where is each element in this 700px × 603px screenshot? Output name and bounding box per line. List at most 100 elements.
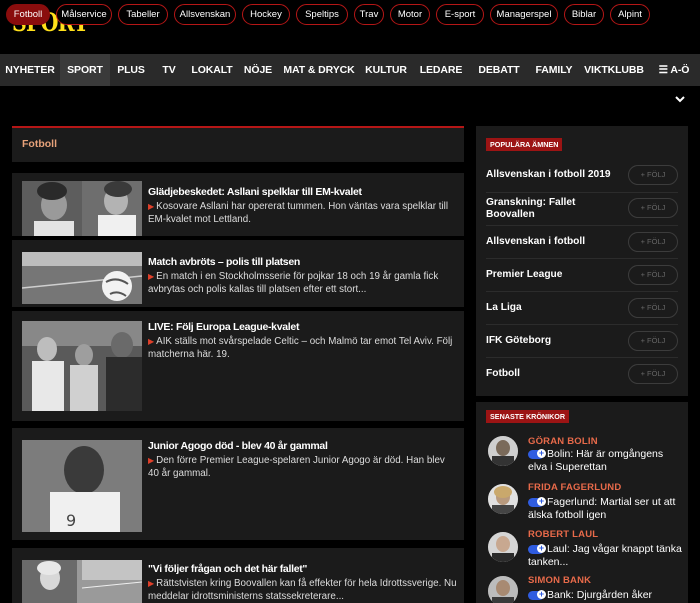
popular-topics-label: POPULÄRA ÄMNEN — [486, 138, 563, 151]
article-desc: ▶ En match i en Stockholmsserie för pojka… — [148, 270, 458, 296]
column-headline-text: Bank: Djurgården åker — [547, 589, 653, 601]
column-headline-text: Laul: Jag vågar knappt tänka tanken... — [528, 543, 682, 568]
article-card[interactable]: Glädjebeskedet: Asllani spelklar till EM… — [12, 173, 464, 236]
avatar[interactable] — [488, 576, 518, 603]
column-headline[interactable]: Bolin: Här är omgångens elva i Superetta… — [528, 448, 682, 474]
article-card[interactable]: LIVE: Följ Europa League-kvalet ▶ AIK stä… — [12, 311, 464, 421]
chip-malservice[interactable]: Målservice — [56, 4, 112, 25]
section-header: Fotboll — [12, 126, 464, 162]
article-card[interactable]: "Vi följer frågan och det här fallet" ▶ R… — [12, 548, 464, 603]
column-headline[interactable]: Fagerlund: Martial ser ut att älska fotb… — [528, 496, 682, 522]
avatar[interactable] — [488, 532, 518, 562]
columnist-name[interactable]: GÖRAN BOLIN — [528, 436, 598, 447]
topic-item[interactable]: Allsvenskan i fotboll — [486, 236, 616, 248]
chip-allsvenskan[interactable]: Allsvenskan — [174, 4, 236, 25]
nav-item-family[interactable]: FAMILY — [528, 54, 580, 86]
topic-item[interactable]: IFK Göteborg — [486, 335, 616, 347]
article-desc-text: Den förre Premier League-spelaren Junior… — [148, 455, 445, 479]
article-desc: ▶ AIK ställs mot svårspelade Celtic – och… — [148, 335, 458, 361]
latest-columns-box: SENASTE KRÖNIKOR GÖRAN BOLIN Bolin: Här … — [476, 402, 688, 603]
nav-item-mat-dryck[interactable]: MAT & DRYCK — [278, 54, 360, 86]
article-image: 9 — [22, 440, 142, 532]
article-desc-text: Rättstvisten kring Boovallen kan få effe… — [148, 578, 457, 602]
article-title[interactable]: Junior Agogo död - blev 40 år gammal — [148, 440, 328, 452]
nav-item-ledare[interactable]: LEDARE — [412, 54, 470, 86]
topic-item[interactable]: Allsvenskan i fotboll 2019 — [486, 169, 616, 181]
topic-item[interactable]: Fotboll — [486, 368, 616, 380]
columnist-name[interactable]: FRIDA FAGERLUND — [528, 482, 621, 493]
divider — [486, 324, 678, 325]
follow-button[interactable]: + FÖLJ — [628, 331, 678, 351]
follow-button[interactable]: + FÖLJ — [628, 265, 678, 285]
chip-motor[interactable]: Motor — [390, 4, 430, 25]
chip-speltips[interactable]: Speltips — [296, 4, 348, 25]
nav-item-nyheter[interactable]: NYHETER — [0, 54, 60, 86]
nav-item-lokalt[interactable]: LOKALT — [186, 54, 238, 86]
nav-item-noje[interactable]: NÖJE — [238, 54, 278, 86]
chip-biblar[interactable]: Biblar — [564, 4, 604, 25]
article-desc-text: AIK ställs mot svårspelade Celtic – och … — [148, 336, 453, 360]
plus-icon — [528, 496, 546, 507]
follow-button[interactable]: + FÖLJ — [628, 198, 678, 218]
columnist-name[interactable]: SIMON BANK — [528, 575, 591, 586]
nav-item-kultur[interactable]: KULTUR — [360, 54, 412, 86]
plus-icon — [528, 448, 546, 459]
nav-item-plus[interactable]: PLUS — [110, 54, 152, 86]
plus-icon — [528, 589, 546, 600]
topic-item[interactable]: Granskning: Fallet Boovallen — [486, 197, 616, 221]
follow-button[interactable]: + FÖLJ — [628, 298, 678, 318]
follow-button[interactable]: + FÖLJ — [628, 364, 678, 384]
article-title[interactable]: Glädjebeskedet: Asllani spelklar till EM… — [148, 186, 362, 198]
svg-text:9: 9 — [66, 511, 76, 530]
article-title[interactable]: LIVE: Följ Europa League-kvalet — [148, 321, 299, 333]
divider — [486, 192, 678, 193]
article-card[interactable]: 9 Junior Agogo död - blev 40 år gammal ▶… — [12, 428, 464, 540]
chip-tabeller[interactable]: Tabeller — [118, 4, 168, 25]
article-image — [22, 560, 142, 603]
triangle-icon: ▶ — [148, 456, 155, 465]
article-title[interactable]: "Vi följer frågan och det här fallet" — [148, 563, 307, 575]
nav-item-tv[interactable]: TV — [152, 54, 186, 86]
article-card[interactable]: Match avbröts – polis till platsen ▶ En m… — [12, 240, 464, 307]
article-desc: ▶ Den förre Premier League-spelaren Junio… — [148, 454, 458, 480]
divider — [486, 258, 678, 259]
chip-hockey[interactable]: Hockey — [242, 4, 290, 25]
chip-esport[interactable]: E-sport — [436, 4, 484, 25]
article-desc: ▶ Kosovare Asllani har opererat tummen. H… — [148, 200, 458, 226]
divider — [486, 291, 678, 292]
topic-item[interactable]: La Liga — [486, 302, 616, 314]
sub-nav — [0, 86, 700, 114]
plus-icon — [528, 543, 546, 554]
triangle-icon: ▶ — [148, 272, 155, 281]
article-desc-text: En match i en Stockholmsserie för pojkar… — [148, 271, 439, 295]
column-headline[interactable]: Bank: Djurgården åker — [528, 589, 682, 602]
nav-item-a-o-label: A-Ö — [670, 64, 690, 76]
avatar[interactable] — [488, 436, 518, 466]
nav-item-sport[interactable]: SPORT — [60, 54, 110, 86]
latest-columns-label: SENASTE KRÖNIKOR — [486, 410, 570, 423]
column-headline-text: Bolin: Här är omgångens elva i Superetta… — [528, 448, 664, 473]
section-title[interactable]: Fotboll — [22, 138, 57, 150]
chip-trav[interactable]: Trav — [354, 4, 384, 25]
main-nav: NYHETER SPORT PLUS TV LOKALT NÖJE MAT & … — [0, 54, 700, 86]
divider — [486, 225, 678, 226]
column-headline[interactable]: Laul: Jag vågar knappt tänka tanken... — [528, 543, 682, 569]
triangle-icon: ▶ — [148, 202, 155, 211]
follow-button[interactable]: + FÖLJ — [628, 165, 678, 185]
triangle-icon: ▶ — [148, 337, 155, 346]
follow-button[interactable]: + FÖLJ — [628, 232, 678, 252]
article-desc-text: Kosovare Asllani har opererat tummen. Ho… — [148, 201, 449, 225]
chip-alpint[interactable]: Alpint — [610, 4, 650, 25]
columnist-name[interactable]: ROBERT LAUL — [528, 529, 598, 540]
chip-fotboll[interactable]: Fotboll — [6, 4, 50, 25]
nav-item-debatt[interactable]: DEBATT — [470, 54, 528, 86]
chevron-down-icon[interactable] — [673, 92, 687, 106]
nav-item-viktklubb[interactable]: VIKTKLUBB — [580, 54, 648, 86]
topic-item[interactable]: Premier League — [486, 269, 616, 281]
nav-item-a-o[interactable]: ☰ A-Ö — [648, 54, 700, 86]
menu-icon: ☰ — [658, 64, 668, 76]
article-image — [22, 321, 142, 411]
article-title[interactable]: Match avbröts – polis till platsen — [148, 256, 300, 268]
chip-managerspel[interactable]: Managerspel — [490, 4, 558, 25]
avatar[interactable] — [488, 484, 518, 514]
